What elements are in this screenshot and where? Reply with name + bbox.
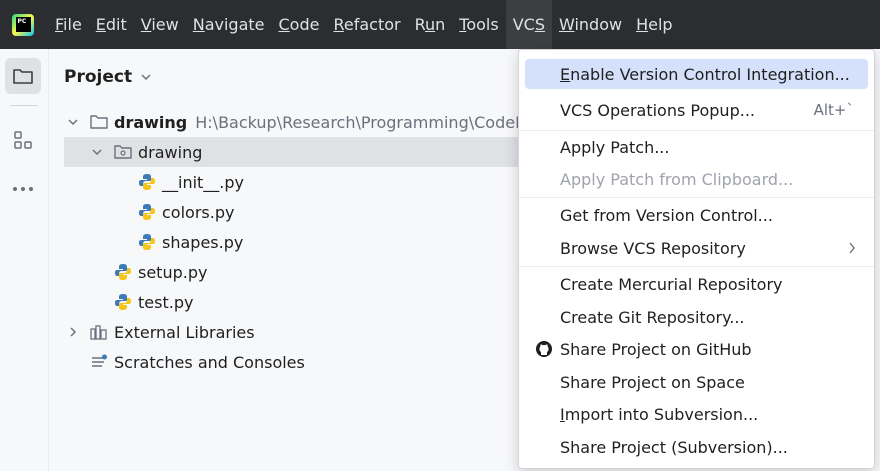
menu-code[interactable]: Code	[272, 0, 327, 49]
scratches-icon	[90, 353, 108, 371]
tree-item-label: test.py	[138, 292, 194, 312]
tree-item-init-py[interactable]: __init__.py	[138, 167, 244, 197]
tree-item-external-libraries[interactable]: External Libraries	[66, 317, 255, 347]
tree-item-label: setup.py	[138, 262, 208, 282]
folder-icon	[90, 113, 108, 131]
menu-file[interactable]: File	[48, 0, 89, 49]
python-file-icon	[114, 293, 132, 311]
menu-separator	[519, 130, 874, 131]
more-tools-button[interactable]	[5, 171, 41, 207]
python-file-icon	[114, 263, 132, 281]
tree-item-label: Scratches and Consoles	[114, 352, 305, 372]
enable-vcs-integration-item[interactable]: Enable Version Control Integration...	[525, 59, 868, 89]
share-on-space-item[interactable]: Share Project on Space	[525, 367, 868, 397]
menu-separator	[519, 266, 874, 267]
tree-item-scratches-consoles[interactable]: Scratches and Consoles	[90, 347, 305, 377]
menu-navigate[interactable]: Navigate	[186, 0, 272, 49]
tree-item-drawing-root[interactable]: drawing H:\Backup\Research\Programming\C…	[66, 107, 534, 137]
menu-tools[interactable]: Tools	[452, 0, 505, 49]
menu-run[interactable]: Run	[408, 0, 453, 49]
vcs-operations-popup-item[interactable]: VCS Operations Popup... Alt+`	[525, 95, 868, 125]
main-menu-bar: PC File Edit View Navigate Code Refactor…	[0, 0, 880, 49]
share-on-github-item[interactable]: Share Project on GitHub	[525, 334, 868, 364]
browse-vcs-repository-item[interactable]: Browse VCS Repository	[525, 233, 868, 263]
folder-icon	[13, 69, 33, 84]
menu-edit[interactable]: Edit	[89, 0, 134, 49]
python-file-icon	[138, 203, 156, 221]
chevron-down-icon	[141, 74, 151, 81]
more-icon	[13, 187, 33, 191]
tree-item-drawing-package[interactable]: drawing	[64, 137, 584, 167]
menu-refactor[interactable]: Refactor	[326, 0, 407, 49]
shortcut-label: Alt+`	[813, 101, 854, 119]
tool-window-strip	[0, 49, 49, 471]
package-folder-icon	[114, 143, 132, 161]
python-file-icon	[138, 233, 156, 251]
chevron-right-icon	[849, 242, 855, 254]
chevron-right-icon[interactable]	[66, 325, 80, 339]
apply-patch-item[interactable]: Apply Patch...	[525, 132, 868, 162]
library-icon	[90, 323, 108, 341]
menu-help[interactable]: Help	[629, 0, 679, 49]
get-from-vcs-item[interactable]: Get from Version Control...	[525, 200, 868, 230]
chevron-down-icon[interactable]	[90, 145, 104, 159]
project-tool-button[interactable]	[5, 58, 41, 94]
structure-icon	[14, 131, 32, 149]
structure-tool-button[interactable]	[5, 122, 41, 158]
tree-item-test-py[interactable]: test.py	[114, 287, 193, 317]
pycharm-logo-icon[interactable]: PC	[12, 13, 34, 36]
tree-item-colors-py[interactable]: colors.py	[138, 197, 234, 227]
vcs-dropdown-menu: Enable Version Control Integration... VC…	[518, 49, 875, 469]
tool-separator	[10, 105, 38, 106]
create-git-repository-item[interactable]: Create Git Repository...	[525, 302, 868, 332]
python-file-icon	[138, 173, 156, 191]
tree-item-label: drawing	[138, 142, 203, 162]
menu-separator	[519, 197, 874, 198]
panel-title: Project	[64, 67, 133, 87]
github-icon	[536, 341, 552, 357]
apply-patch-clipboard-item: Apply Patch from Clipboard...	[560, 169, 794, 189]
chevron-down-icon[interactable]	[66, 115, 80, 129]
project-panel-header[interactable]: Project	[64, 67, 152, 87]
import-into-subversion-item[interactable]: Import into Subversion...	[525, 399, 868, 429]
tree-item-label: colors.py	[162, 202, 235, 222]
create-mercurial-repository-item[interactable]: Create Mercurial Repository	[525, 269, 868, 299]
tree-item-setup-py[interactable]: setup.py	[114, 257, 207, 287]
tree-item-label: shapes.py	[162, 232, 244, 252]
tree-item-label: drawing	[114, 112, 188, 132]
menu-view[interactable]: View	[134, 0, 186, 49]
tree-item-label: __init__.py	[162, 172, 245, 192]
menu-vcs[interactable]: VCS	[505, 0, 552, 49]
tree-item-label: External Libraries	[114, 322, 255, 342]
logo-text: PC	[15, 17, 31, 32]
project-path: H:\Backup\Research\Programming\CodePy	[195, 112, 535, 132]
share-project-subversion-item[interactable]: Share Project (Subversion)...	[525, 432, 868, 462]
menu-window[interactable]: Window	[552, 0, 629, 49]
tree-item-shapes-py[interactable]: shapes.py	[138, 227, 243, 257]
